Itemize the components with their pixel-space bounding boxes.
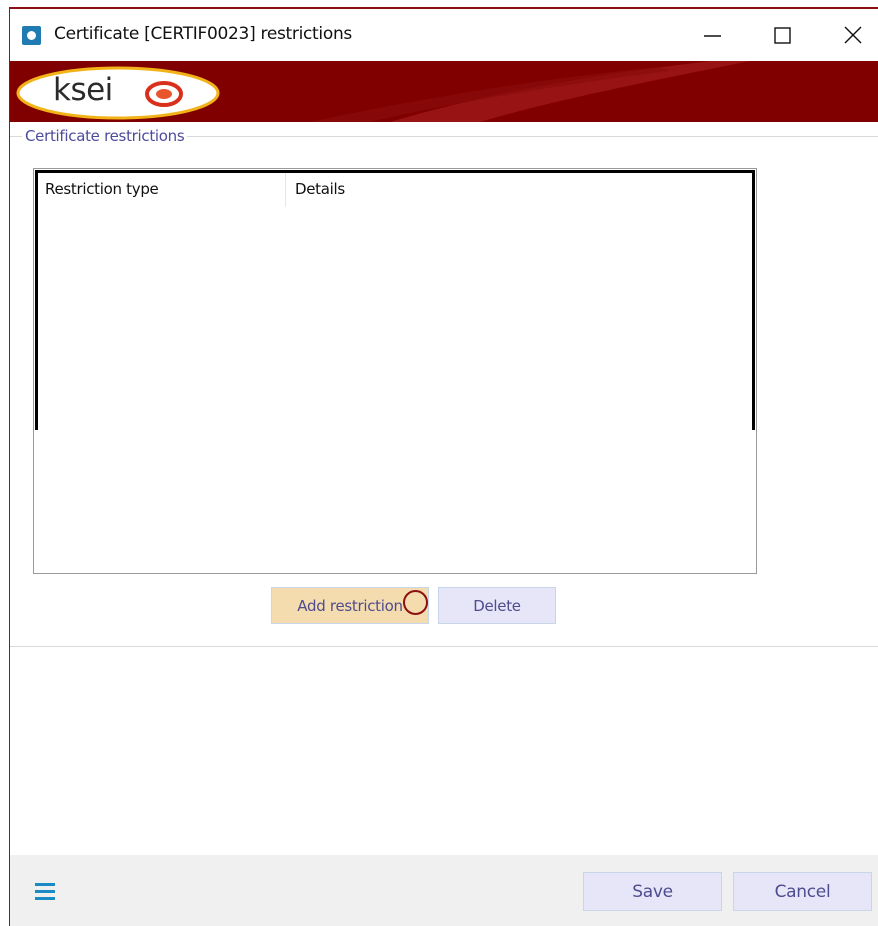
- minimize-icon: [704, 35, 721, 37]
- maximize-icon: [774, 27, 791, 44]
- title-bar[interactable]: Certificate [CERTIF0023] restrictions: [10, 9, 878, 61]
- column-separator[interactable]: [285, 173, 286, 207]
- list-focus-border: [35, 170, 755, 430]
- maximize-button[interactable]: [748, 9, 818, 61]
- close-button[interactable]: [818, 9, 878, 61]
- delete-button[interactable]: Delete: [438, 587, 556, 624]
- group-legend: Certificate restrictions: [22, 127, 188, 145]
- close-icon: [844, 26, 862, 44]
- app-icon: [22, 26, 41, 45]
- ksei-banner: ksei: [10, 61, 878, 122]
- column-header-restriction-type[interactable]: Restriction type: [45, 180, 159, 198]
- hamburger-menu-icon[interactable]: [35, 883, 57, 901]
- cursor-indicator: [403, 590, 428, 615]
- footer-bar: Save Cancel: [10, 855, 878, 926]
- window-title: Certificate [CERTIF0023] restrictions: [54, 24, 352, 44]
- save-button[interactable]: Save: [583, 872, 722, 911]
- column-header-details[interactable]: Details: [295, 180, 345, 198]
- ksei-logo: ksei: [16, 66, 220, 120]
- cancel-button[interactable]: Cancel: [733, 872, 872, 911]
- minimize-button[interactable]: [678, 9, 748, 61]
- dialog-window: Certificate [CERTIF0023] restrictions ks…: [9, 7, 878, 926]
- restrictions-list[interactable]: Restriction type Details: [33, 168, 757, 574]
- logo-text: ksei: [53, 72, 113, 108]
